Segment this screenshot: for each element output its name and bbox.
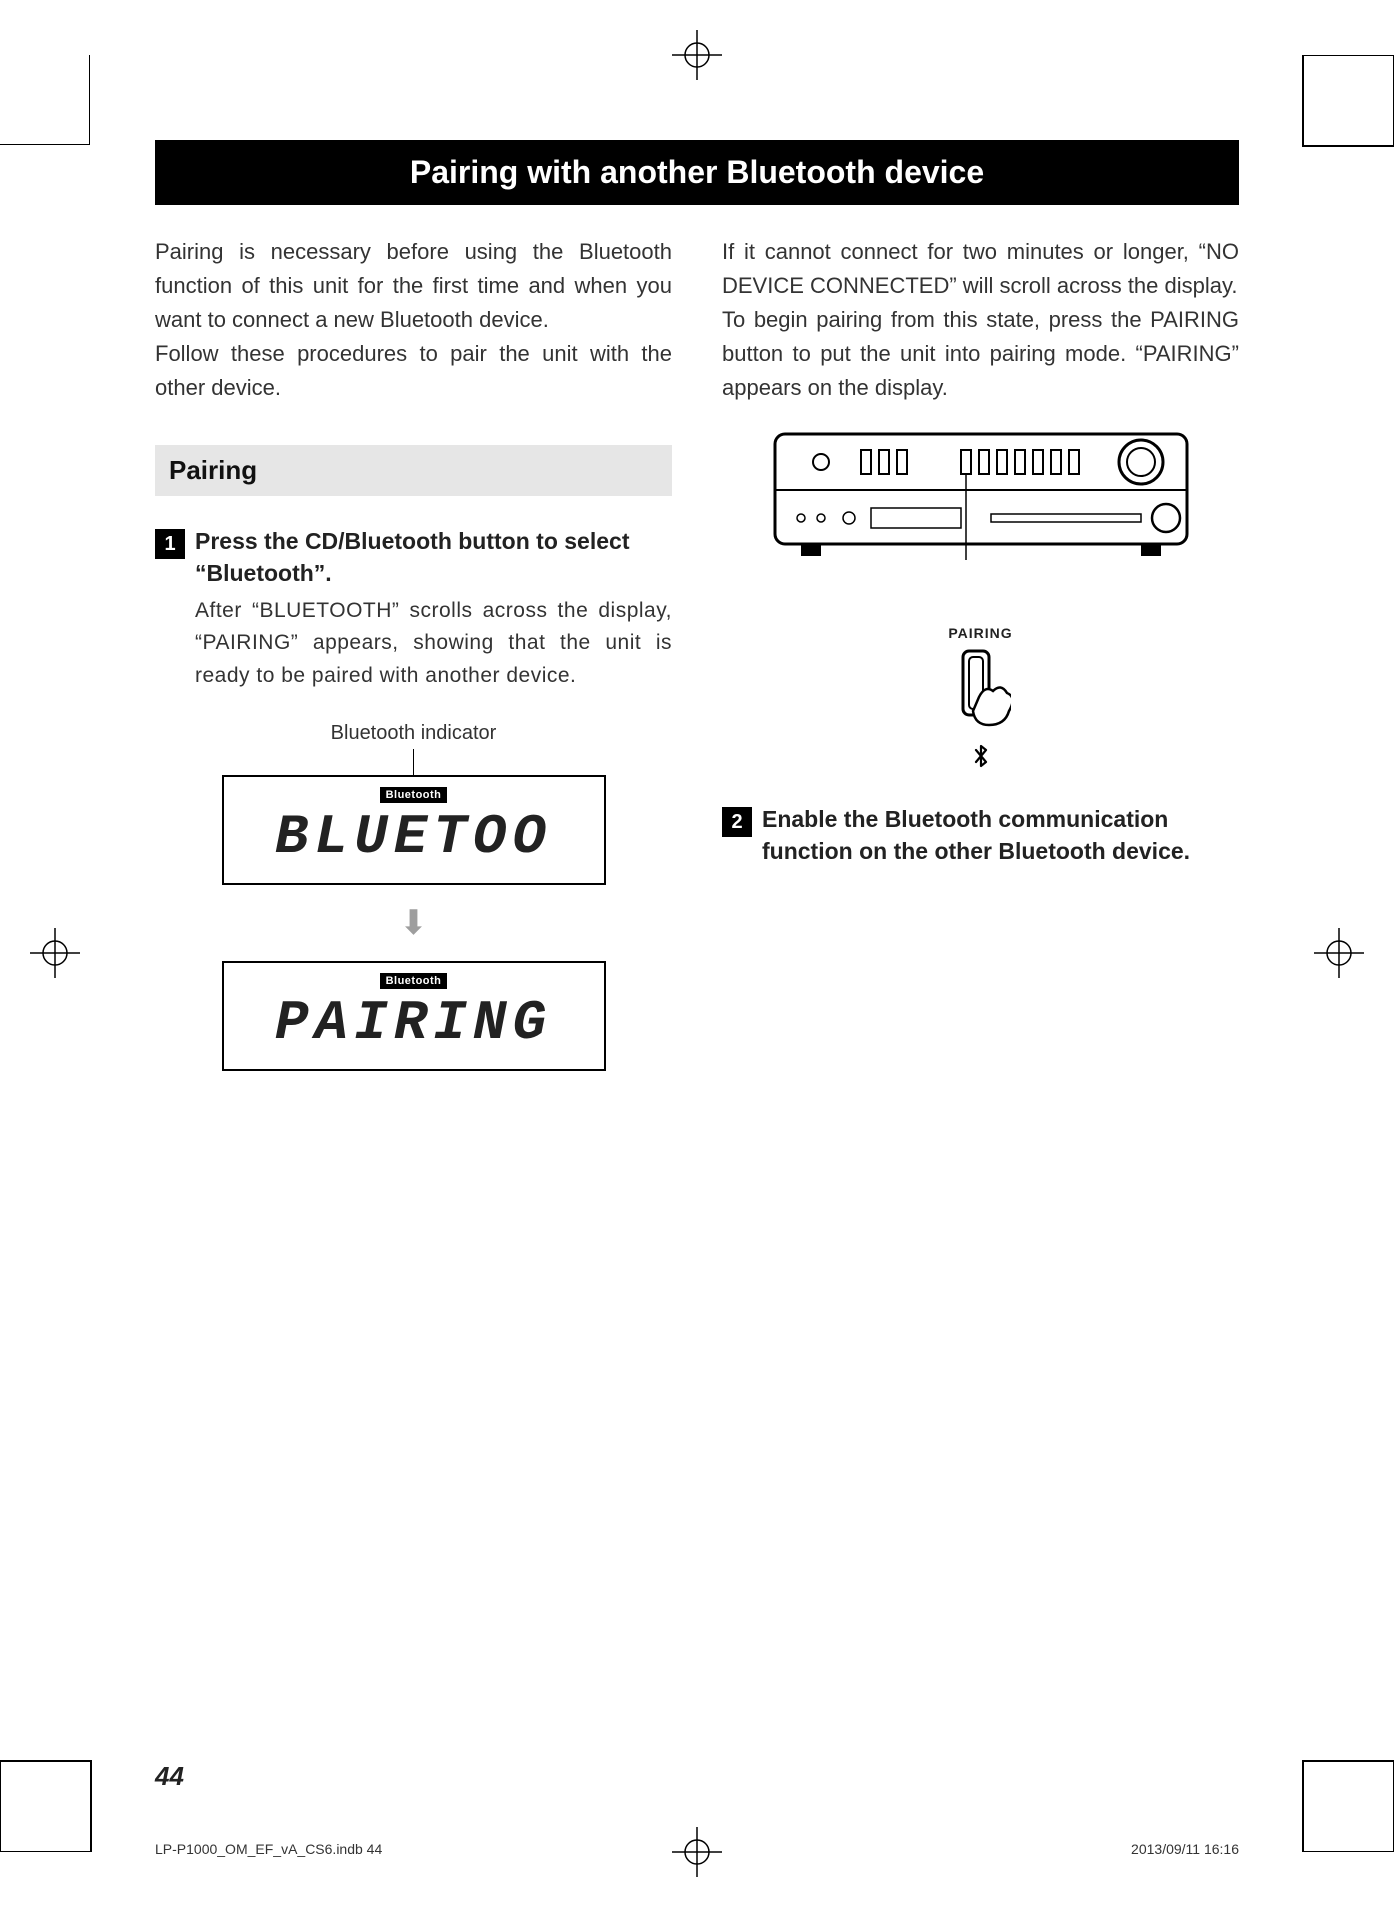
section-heading-pairing: Pairing	[155, 445, 672, 496]
pairing-button-illustration	[951, 647, 1011, 742]
step-1: 1 Press the CD/Bluetooth button to selec…	[155, 526, 672, 588]
right-column: If it cannot connect for two minutes or …	[722, 235, 1239, 1071]
stereo-unit-icon	[771, 430, 1191, 560]
bluetooth-badge-2: Bluetooth	[380, 973, 448, 989]
pairing-button-label: PAIRING	[722, 625, 1239, 641]
bluetooth-icon	[722, 744, 1239, 774]
lcd-display-1: Bluetooth BLUETOO	[222, 775, 606, 885]
bluetooth-badge-1: Bluetooth	[380, 787, 448, 803]
lcd-text-2: PAIRING	[224, 995, 604, 1051]
pointer-line-1	[413, 749, 414, 775]
step-number-2: 2	[722, 807, 752, 837]
content-area: Pairing with another Bluetooth device Pa…	[155, 140, 1239, 1727]
intro-text-left: Pairing is necessary before using the Bl…	[155, 235, 672, 405]
device-illustration	[771, 430, 1191, 565]
step-2: 2 Enable the Bluetooth communication fun…	[722, 804, 1239, 866]
page-number: 44	[155, 1761, 184, 1792]
crop-mark-top-right	[1302, 55, 1394, 147]
left-column: Pairing is necessary before using the Bl…	[155, 235, 672, 1071]
step-1-title: Press the CD/Bluetooth button to select …	[195, 526, 672, 588]
crop-mark-bottom-right	[1302, 1760, 1394, 1852]
footer-filename: LP-P1000_OM_EF_vA_CS6.indb 44	[155, 1841, 382, 1857]
registration-mark-left	[30, 928, 80, 978]
print-footer: LP-P1000_OM_EF_vA_CS6.indb 44 2013/09/11…	[155, 1841, 1239, 1857]
lcd-display-2: Bluetooth PAIRING	[222, 961, 606, 1071]
crop-mark-top-left	[0, 55, 90, 145]
footer-timestamp: 2013/09/11 16:16	[1131, 1841, 1239, 1857]
intro-text-right: If it cannot connect for two minutes or …	[722, 235, 1239, 405]
registration-mark-top	[672, 30, 722, 80]
lcd-text-1: BLUETOO	[224, 809, 604, 865]
figure-caption: Bluetooth indicator	[155, 722, 672, 745]
down-arrow-icon: ⬇	[155, 903, 672, 943]
crop-mark-bottom-left	[0, 1760, 92, 1852]
step-1-body: After “BLUETOOTH” scrolls across the dis…	[195, 595, 672, 693]
registration-mark-right	[1314, 928, 1364, 978]
page-title-banner: Pairing with another Bluetooth device	[155, 140, 1239, 205]
manual-page: Pairing with another Bluetooth device Pa…	[0, 0, 1394, 1907]
step-2-title: Enable the Bluetooth communication funct…	[762, 804, 1239, 866]
button-press-icon	[951, 647, 1011, 737]
step-number-1: 1	[155, 529, 185, 559]
